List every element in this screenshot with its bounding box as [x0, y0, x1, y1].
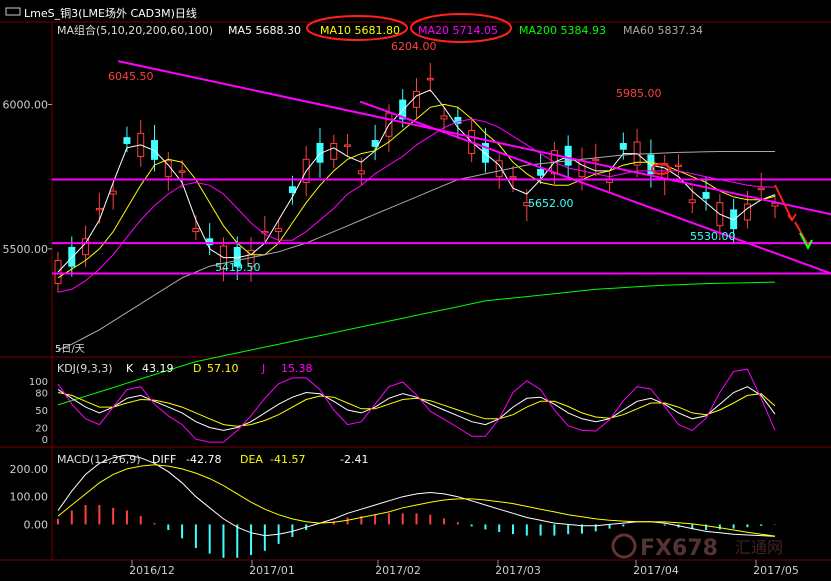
candle-body — [344, 144, 352, 147]
price-annotation: 5419.50 — [215, 261, 261, 274]
macd-diff-value: -42.78 — [186, 453, 221, 466]
watermark-suffix: 汇通网 — [735, 538, 783, 557]
y-tick-label: 6000.00 — [3, 98, 49, 111]
candle-body — [426, 77, 434, 81]
candle-body — [674, 164, 682, 168]
kdj-j-value: 15.38 — [281, 362, 313, 375]
candle-body — [275, 228, 283, 233]
candle-body — [330, 142, 338, 160]
kdj-d-value: 57.10 — [207, 362, 239, 375]
candle-body — [178, 170, 186, 173]
macd-y-tick: 0.00 — [24, 518, 49, 531]
kdj-label: KDJ(9,3,3) — [57, 362, 113, 375]
kdj-k-value: 43.19 — [142, 362, 174, 375]
kdj-y-tick: 50 — [35, 406, 48, 417]
candle-body — [702, 192, 710, 199]
price-annotation: 5652.00 — [528, 197, 574, 210]
kdj-y-tick: 0 — [42, 435, 48, 446]
candle-body — [537, 168, 545, 176]
candle-body — [688, 199, 696, 204]
kdj-d-label: D — [193, 362, 201, 375]
period-label: 5日/天 — [55, 344, 85, 355]
kdj-y-tick: 100 — [29, 377, 48, 388]
ma-legend-item: MA10 5681.80 — [320, 24, 400, 37]
x-tick-label: 2017/01 — [249, 564, 295, 577]
price-annotation: 5985.00 — [616, 87, 662, 100]
candle-body — [592, 158, 600, 162]
candle-body — [288, 186, 296, 194]
macd-dea-value: -41.57 — [270, 453, 305, 466]
candle-body — [509, 176, 517, 179]
x-tick-label: 2017/02 — [375, 564, 421, 577]
macd-y-tick: 200.00 — [10, 463, 49, 476]
candle-body — [82, 238, 90, 256]
macd-dea-label: DEA — [240, 453, 263, 466]
kdj-k-label: K — [126, 362, 134, 375]
ma-legend-item: MA20 5714.05 — [418, 24, 498, 37]
y-tick-label: 5500.00 — [3, 243, 49, 256]
candle-body — [771, 202, 779, 207]
price-annotation: 6204.00 — [391, 40, 437, 53]
candle-body — [371, 140, 379, 147]
price-annotation: 5530.00 — [690, 230, 736, 243]
chart-canvas[interactable]: LmeS_铜3(LME场外 CAD3M)日线 MA组合(5,10,20,200,6… — [0, 0, 831, 581]
price-annotation: 6045.50 — [108, 70, 154, 83]
candle-body — [619, 142, 627, 150]
candle-body — [440, 115, 448, 120]
candle-body — [413, 90, 420, 108]
kdj-y-tick: 80 — [35, 389, 48, 400]
candle-body — [757, 187, 765, 191]
candle-body — [109, 190, 117, 195]
candle-body — [192, 228, 200, 233]
chart-title: LmeS_铜3(LME场外 CAD3M)日线 — [24, 6, 197, 20]
ma-legend-item: MA5 5688.30 — [228, 24, 301, 37]
ma-group-label: MA组合(5,10,20,200,60,100) — [57, 23, 213, 37]
candle-body — [95, 207, 103, 211]
x-tick-label: 2017/05 — [753, 564, 799, 577]
kdj-j-label: J — [261, 362, 265, 375]
ma-legend-item: MA60 5837.34 — [623, 24, 703, 37]
kdj-y-tick: 20 — [35, 424, 48, 435]
x-tick-label: 2017/03 — [495, 564, 541, 577]
candle-body — [357, 170, 365, 175]
watermark-text: FX678 — [640, 536, 718, 561]
x-tick-label: 2016/12 — [129, 564, 175, 577]
ma-legend-item: MA200 5384.93 — [519, 24, 606, 37]
x-tick-label: 2017/04 — [633, 564, 679, 577]
candle-body — [68, 246, 76, 267]
candle-body — [564, 145, 572, 166]
macd-value: -2.41 — [340, 453, 368, 466]
macd-y-tick: 100.00 — [10, 491, 49, 504]
candle-body — [123, 137, 131, 144]
